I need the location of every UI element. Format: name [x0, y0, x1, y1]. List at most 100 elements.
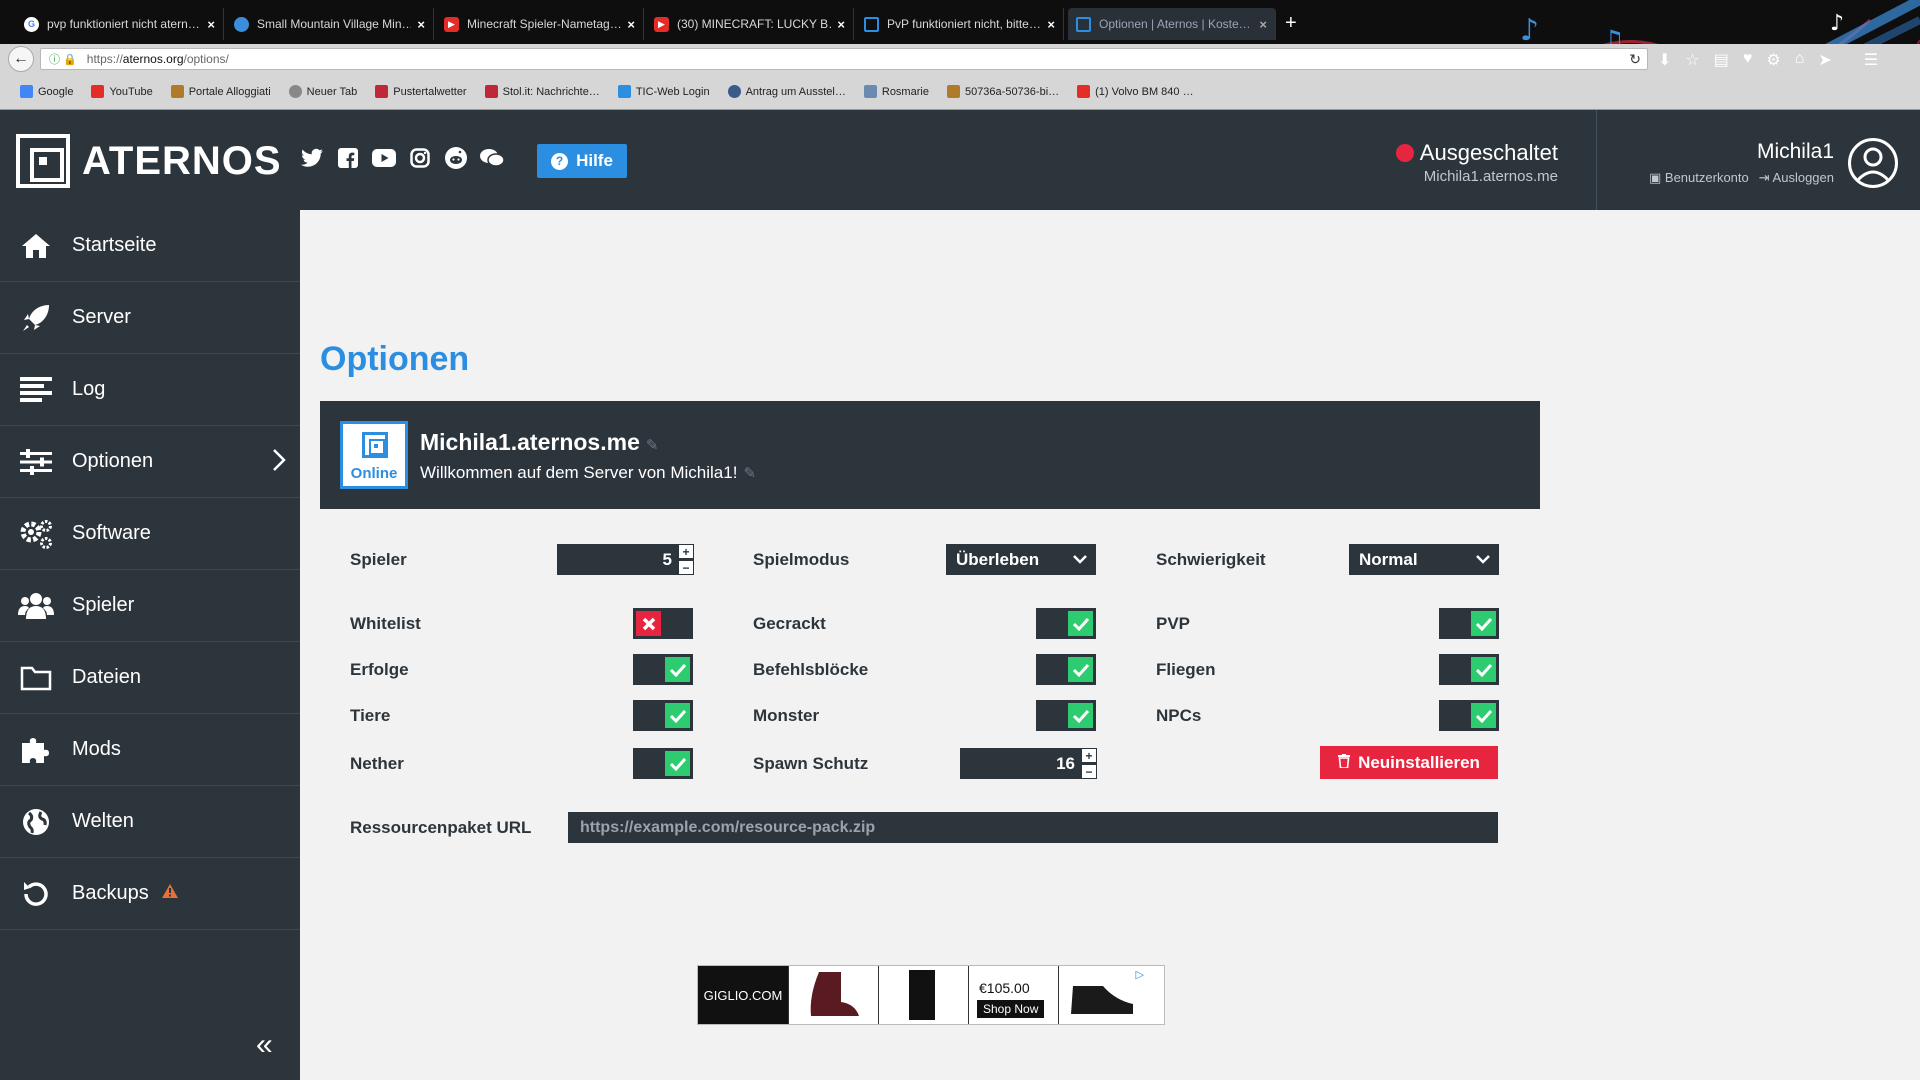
bookmark-item[interactable]: Portale Alloggiati [170, 85, 271, 98]
bookmark-item[interactable]: YouTube [91, 85, 153, 98]
players-stepper[interactable]: 5 + − [557, 544, 694, 575]
youtube-icon: ▶ [654, 16, 669, 32]
edit-pencil-icon[interactable]: ✎ [743, 465, 756, 482]
sidebar-item-software[interactable]: Software [0, 498, 300, 570]
logout-link[interactable]: ⇥ Ausloggen [1759, 170, 1834, 186]
edit-pencil-icon[interactable]: ✎ [646, 437, 659, 454]
close-tab-icon[interactable]: × [417, 17, 425, 32]
browser-tab[interactable]: ▶ (30) MINECRAFT: LUCKY B… × [646, 8, 854, 40]
achievements-toggle[interactable] [633, 654, 693, 685]
reddit-icon[interactable] [444, 146, 468, 170]
resourcepack-url-input[interactable]: https://example.com/resource-pack.zip [568, 812, 1498, 843]
spawn-protection-stepper[interactable]: 16 + − [960, 748, 1097, 779]
menu-icon[interactable]: ☰ [1864, 50, 1878, 70]
whitelist-toggle[interactable] [633, 608, 693, 639]
log-icon [18, 372, 54, 408]
help-button[interactable]: ? Hilfe [537, 144, 627, 178]
sidebar-item-log[interactable]: Log [0, 354, 300, 426]
decrement-icon[interactable]: − [1081, 764, 1097, 779]
gears-icon [18, 516, 54, 552]
bookmark-folder[interactable]: Rosmarie [863, 85, 929, 98]
close-tab-icon[interactable]: × [207, 17, 215, 32]
library-icon[interactable]: ▤ [1714, 50, 1729, 70]
collapse-sidebar-icon[interactable]: « [256, 1028, 273, 1062]
download-icon[interactable]: ⬇ [1658, 50, 1671, 70]
increment-icon[interactable]: + [678, 544, 694, 559]
gamemode-select[interactable]: Überleben [946, 544, 1096, 575]
bookmark-item[interactable]: Pustertalwetter [375, 85, 467, 98]
ad-product-image [878, 966, 968, 1024]
cracked-toggle[interactable] [1036, 608, 1096, 639]
new-tab-icon[interactable]: + [1285, 12, 1297, 35]
animals-toggle[interactable] [633, 700, 693, 731]
difficulty-select[interactable]: Normal [1349, 544, 1499, 575]
close-tab-icon[interactable]: × [837, 17, 845, 32]
account-link[interactable]: ▣ Benutzerkonto [1649, 170, 1749, 186]
check-icon [1471, 611, 1496, 636]
settings-icon[interactable]: ⚙ [1766, 50, 1780, 70]
close-tab-icon[interactable]: × [1259, 17, 1267, 32]
bookmark-item[interactable]: Neuer Tab [288, 85, 357, 98]
ad-shop-button[interactable]: Shop Now [977, 1000, 1045, 1018]
aternos-logo[interactable]: ATERNOS [16, 134, 282, 188]
browser-tab-active[interactable]: Optionen | Aternos | Koste… × [1068, 8, 1276, 40]
bookmark-item[interactable]: TIC-Web Login [617, 85, 710, 98]
backup-icon [18, 876, 54, 912]
bookmark-star-icon[interactable]: ☆ [1685, 50, 1699, 70]
sidebar-item-backups[interactable]: Backups [0, 858, 300, 930]
bookmark-item[interactable]: 50736a-50736-bi… [946, 85, 1059, 98]
monsters-toggle[interactable] [1036, 700, 1096, 731]
sidebar-item-server[interactable]: Server [0, 282, 300, 354]
sidebar-item-mods[interactable]: Mods [0, 714, 300, 786]
home-icon[interactable]: ⌂ [1795, 50, 1805, 70]
sidebar-item-optionen[interactable]: Optionen [0, 426, 300, 498]
avatar[interactable] [1848, 138, 1898, 188]
nether-toggle[interactable] [633, 748, 693, 779]
server-card: Online Michila1.aternos.me ✎ Willkommen a… [320, 401, 1540, 509]
bookmark-item[interactable]: Stol.it: Nachrichte… [484, 85, 600, 98]
youtube-icon[interactable] [372, 146, 396, 170]
increment-icon[interactable]: + [1081, 748, 1097, 763]
server-status-badge[interactable]: Online [340, 421, 408, 489]
decrement-icon[interactable]: − [678, 560, 694, 575]
chat-icon[interactable] [480, 146, 504, 170]
send-icon[interactable]: ➤ [1818, 50, 1831, 70]
chevron-down-icon [1475, 551, 1491, 572]
sidebar-item-startseite[interactable]: Startseite [0, 210, 300, 282]
close-tab-icon[interactable]: × [627, 17, 635, 32]
npcs-toggle[interactable] [1439, 700, 1499, 731]
user-menu: Michila1 ▣ Benutzerkonto ⇥ Ausloggen [1649, 140, 1834, 186]
reinstall-button[interactable]: Neuinstallieren [1320, 746, 1498, 779]
sidebar-item-spieler[interactable]: Spieler [0, 570, 300, 642]
flying-toggle[interactable] [1439, 654, 1499, 685]
advertisement-banner[interactable]: GIGLIO.COM €105.00 Shop Now ▷ [697, 965, 1165, 1025]
reload-icon[interactable]: ↻ [1629, 51, 1641, 68]
sidebar-item-dateien[interactable]: Dateien [0, 642, 300, 714]
google-icon: G [24, 16, 39, 32]
close-tab-icon[interactable]: × [1047, 17, 1055, 32]
adchoices-icon[interactable]: ▷ [1136, 968, 1144, 981]
browser-tab[interactable]: ▶ Minecraft Spieler-Nametag… × [436, 8, 644, 40]
option-label: Schwierigkeit [1156, 550, 1266, 569]
browser-tab[interactable]: Small Mountain Village Min… × [226, 8, 434, 40]
instagram-icon[interactable] [408, 146, 432, 170]
url-field[interactable]: ⓘ 🔒 https://aternos.org/options/ ↻ [40, 48, 1648, 70]
bookmark-item[interactable]: (1) Volvo BM 840 … [1077, 85, 1194, 98]
tab-label: pvp funktioniert nicht atern… [47, 17, 200, 31]
twitter-icon[interactable] [300, 146, 324, 170]
browser-tab[interactable]: G pvp funktioniert nicht atern… × [16, 8, 224, 40]
facebook-icon[interactable] [336, 146, 360, 170]
option-label: Spielmodus [753, 550, 850, 569]
bookmark-label: Pustertalwetter [393, 85, 467, 98]
pvp-toggle[interactable] [1439, 608, 1499, 639]
back-button[interactable]: ← [8, 46, 34, 72]
bookmark-item[interactable]: Antrag um Ausstel… [727, 85, 846, 98]
sidebar-item-welten[interactable]: Welten [0, 786, 300, 858]
bookmark-item[interactable]: Google [20, 85, 73, 98]
server-motd-text: Willkommen auf dem Server von Michila1! [420, 463, 738, 482]
commandblocks-toggle[interactable] [1036, 654, 1096, 685]
pocket-icon[interactable]: ♥ [1743, 50, 1753, 70]
browser-tab[interactable]: PvP funktioniert nicht, bitte… × [856, 8, 1064, 40]
svg-text:♫: ♫ [1600, 24, 1625, 44]
bookmark-icon [484, 85, 498, 98]
